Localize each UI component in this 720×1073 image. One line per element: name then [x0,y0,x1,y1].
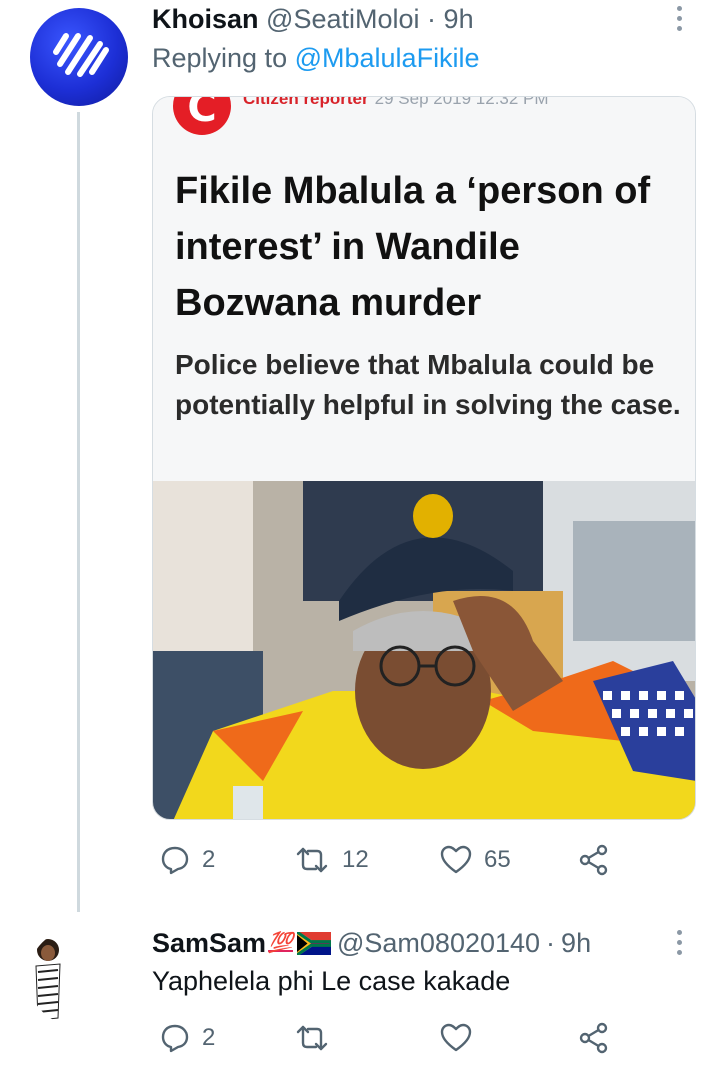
retweet-button[interactable] [294,1020,330,1056]
heart-icon [440,1023,472,1052]
like-button[interactable]: 65 [440,842,511,878]
card-date: 29 Sep 2019 12:32 PM [374,96,549,108]
card-photo [153,481,695,819]
reply-icon [161,846,189,875]
replying-to-label: Replying to [152,43,288,73]
tweet-time[interactable]: 9h [561,926,591,960]
share-icon [579,1022,608,1054]
reply-button[interactable]: 2 [160,1020,215,1056]
like-button[interactable] [440,1020,472,1056]
tweet-header: Khoisan @SeatiMoloi · 9h [152,2,474,36]
reply-icon [161,1024,189,1053]
tweet-time[interactable]: 9h [444,4,474,34]
retweet-icon [296,1025,328,1051]
reply-count: 2 [202,846,216,873]
author-name[interactable]: SamSam [152,926,266,960]
link-preview-card[interactable]: C Citizen reporter 29 Sep 2019 12:32 PM F… [152,96,696,820]
retweet-button[interactable]: 12 [294,842,369,878]
author-name[interactable]: Khoisan [152,4,259,34]
heart-icon [440,845,472,874]
separator-dot: · [546,928,556,958]
citizen-logo-icon: C [173,96,231,135]
tweet-actions: 2 12 65 [152,842,622,878]
tweet-actions: 2 [152,1020,622,1056]
tweet-text: Yaphelela phi Le case kakade [152,966,511,996]
card-subheadline: Police believe that Mbalula could be pot… [175,349,681,420]
mention-link[interactable]: @MbalulaFikile [295,43,480,73]
like-count: 65 [484,846,511,873]
author-handle[interactable]: @Sam08020140 [337,926,540,960]
card-text-area: C Citizen reporter 29 Sep 2019 12:32 PM F… [153,96,695,481]
logo-letter: C [187,96,217,131]
more-options-icon[interactable] [672,930,686,960]
separator-dot: · [427,4,437,34]
more-options-icon[interactable] [672,6,686,36]
south-africa-flag-icon [296,931,331,955]
avatar[interactable] [28,928,126,1026]
card-headline: Fikile Mbalula a ‘person of interest’ in… [175,170,651,324]
avatar[interactable] [30,8,128,106]
author-handle[interactable]: @SeatiMoloi [266,4,419,34]
reply-button[interactable]: 2 [160,842,215,878]
hundred-points-emoji: 💯 [268,932,293,954]
retweet-count: 12 [342,846,369,873]
replying-to: Replying to @MbalulaFikile [152,41,480,75]
thread-connector-line [77,112,80,912]
share-button[interactable] [578,1020,610,1056]
reply-count: 2 [202,1024,216,1051]
retweet-icon [296,847,328,873]
share-button[interactable] [578,842,610,878]
card-source-name: Citizen reporter [243,96,369,108]
tweet-header: SamSam 💯 @Sam08020140 · 9h [152,926,591,960]
share-icon [579,844,608,876]
card-source: Citizen reporter 29 Sep 2019 12:32 PM [243,96,549,109]
